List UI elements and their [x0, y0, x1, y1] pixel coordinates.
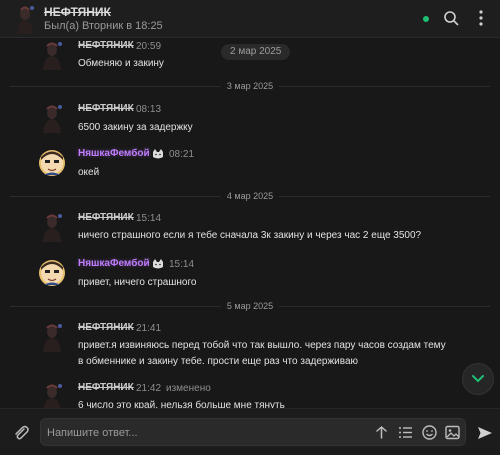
avatar[interactable]	[38, 103, 66, 133]
chat-header: НЕФТЯНИК Был(а) Вторник в 18:25	[0, 0, 500, 38]
message-text: ничего страшного если я тебе сначала 3к …	[78, 230, 422, 241]
paperclip-icon[interactable]	[12, 424, 30, 442]
message-input-box[interactable]	[40, 418, 466, 446]
image-icon[interactable]	[444, 424, 461, 441]
sender-name[interactable]: НяшкаФембой	[78, 148, 150, 159]
online-indicator	[423, 16, 429, 22]
message-time: 20:59	[136, 41, 162, 52]
chevron-down-icon	[472, 375, 484, 382]
format-icon[interactable]	[373, 424, 390, 441]
avatar[interactable]	[38, 40, 66, 70]
last-seen-status: Был(а) Вторник в 18:25	[44, 20, 163, 32]
sender-name[interactable]: НЕФТЯНИК	[78, 212, 134, 223]
message-time: 15:14	[169, 259, 195, 270]
message-text: привет, ничего страшного	[78, 277, 197, 288]
cat-badge-icon	[153, 149, 163, 159]
message-time: 21:41	[136, 323, 162, 334]
avatar[interactable]	[38, 212, 66, 242]
message-text: окей	[78, 167, 100, 178]
search-icon[interactable]	[442, 9, 460, 27]
message-time: 08:13	[136, 104, 162, 115]
message-time: 15:14	[136, 213, 162, 224]
edited-label: изменено	[166, 383, 211, 394]
message-time: 08:21	[169, 149, 195, 160]
message-text: Обменяю и закину	[78, 58, 164, 69]
date-pill: 2 мар 2025	[221, 44, 291, 60]
cat-badge-icon	[153, 259, 163, 269]
sender-name[interactable]: НяшкаФембой	[78, 258, 150, 269]
avatar[interactable]	[38, 148, 66, 178]
more-icon[interactable]	[472, 9, 490, 27]
scroll-to-bottom-button[interactable]	[462, 363, 494, 395]
sender-name[interactable]: НЕФТЯНИК	[78, 103, 134, 114]
date-divider: 4 мар 2025	[10, 190, 490, 202]
date-divider-label: 3 мар 2025	[220, 80, 280, 92]
message-text-line: в обменнике и закину тебе. прости еще ра…	[78, 356, 359, 367]
avatar[interactable]	[38, 258, 66, 288]
message-feed[interactable]: 2 мар 2025 НЕФТЯНИК 20:59 Обменяю и заки…	[0, 38, 500, 408]
message-input[interactable]	[47, 423, 367, 443]
chat-title: НЕФТЯНИК	[44, 5, 111, 19]
date-divider-label: 5 мар 2025	[220, 300, 280, 312]
avatar[interactable]	[38, 322, 66, 352]
list-icon[interactable]	[397, 424, 414, 441]
message-text: 6500 закину за задержку	[78, 122, 193, 133]
avatar[interactable]	[12, 4, 38, 34]
date-divider: 5 мар 2025	[10, 300, 490, 312]
date-divider: 3 мар 2025	[10, 80, 490, 92]
message-time: 21:42	[136, 383, 162, 394]
message-text-line: привет.я извиняюсь перед тобой что так в…	[78, 340, 446, 351]
emoji-icon[interactable]	[421, 424, 438, 441]
composer	[0, 408, 500, 455]
sender-name[interactable]: НЕФТЯНИК	[78, 322, 134, 333]
sender-name[interactable]: НЕФТЯНИК	[78, 382, 134, 393]
message-text: 6 число это край, нельзя больше мне тяну…	[78, 400, 285, 408]
sender-name[interactable]: НЕФТЯНИК	[78, 40, 134, 51]
date-divider-label: 4 мар 2025	[220, 190, 280, 202]
avatar[interactable]	[38, 382, 66, 408]
send-icon[interactable]	[476, 424, 494, 442]
